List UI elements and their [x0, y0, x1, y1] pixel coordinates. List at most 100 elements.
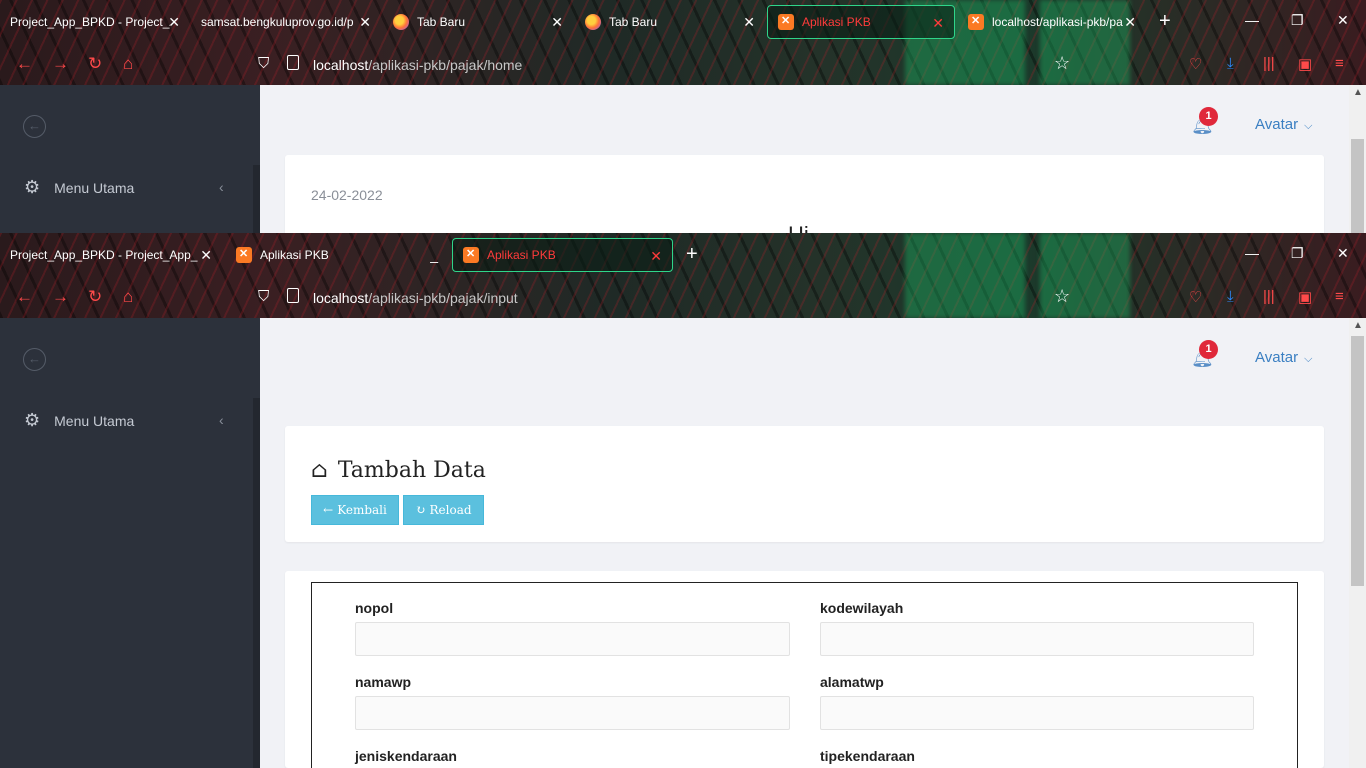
close-tab-icon[interactable]: ✕ — [650, 248, 662, 265]
url-host: localhost — [313, 57, 369, 73]
menu-icon[interactable]: ≡ — [1335, 288, 1344, 305]
namawp-input[interactable] — [355, 696, 790, 730]
pocket-icon[interactable]: ♡ — [1189, 288, 1202, 306]
page-info-icon[interactable] — [287, 288, 299, 303]
close-tab-icon[interactable]: ✕ — [359, 14, 371, 31]
avatar-menu[interactable]: Avatar ⌵ — [1255, 349, 1312, 366]
tab[interactable]: Tab Baru ✕ — [575, 5, 765, 39]
browser-window-input: Project_App_BPKD - Project_App_BP ✕ Apli… — [0, 233, 1366, 768]
tracking-shield-icon[interactable]: ⛉ — [258, 288, 269, 305]
minimize-icon[interactable]: — — [1245, 245, 1259, 261]
tab-title: Aplikasi PKB — [802, 15, 871, 29]
page-info-icon[interactable] — [287, 55, 299, 70]
xampp-icon — [463, 247, 479, 263]
navigation-toolbar: ← → ↻ ⌂ ⛉ localhost/aplikasi-pkb/pajak/i… — [0, 277, 1366, 318]
tab-active[interactable]: Aplikasi PKB ✕ — [767, 5, 955, 39]
tab-bar: Project_App_BPKD - Project_App_BP ✕ Apli… — [0, 233, 1366, 277]
chevron-left-icon[interactable]: ‹ — [219, 179, 224, 195]
new-tab-icon[interactable]: + — [686, 243, 698, 266]
close-tab-icon[interactable]: ✕ — [932, 15, 944, 32]
tab[interactable]: samsat.bengkuluprov.go.id/p ✕ — [191, 5, 381, 39]
downloads-icon[interactable]: ⤓ — [1227, 55, 1234, 72]
chevron-down-icon: ⌵ — [1304, 120, 1313, 132]
restore-icon[interactable]: ❐ — [1291, 12, 1304, 29]
tab-title: Aplikasi PKB — [260, 248, 329, 262]
firefox-icon — [585, 14, 601, 30]
page-scrollbar[interactable]: ▲ — [1349, 85, 1366, 233]
sidebar-collapse-icon[interactable]: ← — [23, 348, 46, 371]
sidebar-item-label: Menu Utama — [54, 412, 135, 429]
new-tab-icon[interactable]: + — [1159, 10, 1171, 33]
tracking-shield-icon[interactable]: ⛉ — [258, 55, 269, 72]
downloads-icon[interactable]: ⤓ — [1227, 288, 1234, 305]
reader-view-icon[interactable]: ▣ — [1298, 288, 1312, 306]
scrollbar-thumb[interactable] — [1351, 139, 1364, 233]
minimize-icon[interactable]: — — [1245, 12, 1259, 28]
back-icon[interactable]: ← — [16, 287, 33, 307]
field-label-tipekendaraan: tipekendaraan — [820, 748, 915, 764]
page-scrollbar[interactable]: ▲ — [1349, 318, 1366, 768]
page-title: ⌂ Tambah Data — [311, 458, 486, 483]
close-tab-icon[interactable]: ✕ — [168, 14, 180, 31]
scroll-up-icon[interactable]: ▲ — [1353, 87, 1363, 98]
greeting-heading: Hi — [788, 222, 809, 233]
close-tab-icon[interactable]: ✕ — [551, 14, 563, 31]
scroll-up-icon[interactable]: ▲ — [1353, 320, 1363, 331]
sidebar-scrollbar[interactable] — [253, 165, 260, 233]
page-title-text: Tambah Data — [337, 458, 486, 483]
alamatwp-input[interactable] — [820, 696, 1254, 730]
tab-title: Tab Baru — [417, 15, 466, 29]
forward-icon[interactable]: → — [52, 287, 69, 307]
reload-icon[interactable]: ↻ — [88, 54, 102, 74]
close-window-icon[interactable]: ✕ — [1337, 12, 1349, 29]
tab[interactable]: Tab Baru ✕ — [383, 5, 573, 39]
sidebar-scrollbar[interactable] — [253, 398, 260, 768]
tab-title: Tab Baru — [609, 15, 658, 29]
tab[interactable]: Project_App_BPKD - Project_App_BP ✕ — [0, 238, 222, 272]
sidebar-item-label: Menu Utama — [54, 179, 135, 196]
scrollbar-thumb[interactable] — [1351, 336, 1364, 586]
tab[interactable]: Project_App_BPKD - Project_A ✕ — [0, 5, 190, 39]
tab-active[interactable]: Aplikasi PKB ✕ — [452, 238, 673, 272]
arrow-left-icon: ← — [323, 503, 334, 517]
tab[interactable]: localhost/aplikasi-pkb/pa ✕ — [958, 5, 1146, 39]
chevron-left-icon[interactable]: ‹ — [219, 412, 224, 428]
dashboard-card: 24-02-2022 Hi — [285, 155, 1324, 233]
avatar-label: Avatar — [1255, 349, 1299, 366]
tab[interactable]: Aplikasi PKB _ — [226, 238, 448, 272]
close-tab-icon[interactable]: _ — [430, 247, 438, 263]
close-tab-icon[interactable]: ✕ — [1124, 14, 1136, 31]
sidebar-item-menu-utama[interactable]: ⚙ Menu Utama — [24, 410, 134, 431]
restore-icon[interactable]: ❐ — [1291, 245, 1304, 262]
tab-title: Aplikasi PKB — [487, 248, 556, 262]
menu-icon[interactable]: ≡ — [1335, 55, 1344, 72]
close-tab-icon[interactable]: ✕ — [200, 247, 212, 264]
close-tab-icon[interactable]: ✕ — [743, 14, 755, 31]
browser-chrome: Project_App_BPKD - Project_App_BP ✕ Apli… — [0, 233, 1366, 318]
home-icon[interactable]: ⌂ — [123, 287, 133, 307]
refresh-icon: ↻ — [415, 503, 426, 517]
reader-view-icon[interactable]: ▣ — [1298, 55, 1312, 73]
sidebar-item-menu-utama[interactable]: ⚙ Menu Utama — [24, 177, 134, 198]
close-window-icon[interactable]: ✕ — [1337, 245, 1349, 262]
url-bar[interactable]: localhost/aplikasi-pkb/pajak/home — [313, 57, 522, 73]
bookmark-star-icon[interactable]: ☆ — [1054, 53, 1070, 74]
url-path: /aplikasi-pkb/pajak/input — [368, 290, 518, 306]
bookmark-star-icon[interactable]: ☆ — [1054, 286, 1070, 307]
field-label-jeniskendaraan: jeniskendaraan — [355, 748, 457, 764]
back-button[interactable]: ← Kembali — [311, 495, 399, 525]
kodewilayah-input[interactable] — [820, 622, 1254, 656]
reload-icon[interactable]: ↻ — [88, 287, 102, 307]
forward-icon[interactable]: → — [52, 54, 69, 74]
avatar-menu[interactable]: Avatar ⌵ — [1255, 116, 1312, 133]
sidebar-collapse-icon[interactable]: ← — [23, 115, 46, 138]
reload-button[interactable]: ↻ Reload — [403, 495, 484, 525]
url-bar[interactable]: localhost/aplikasi-pkb/pajak/input — [313, 290, 518, 306]
xampp-icon — [778, 14, 794, 30]
library-icon[interactable]: ||| — [1263, 55, 1275, 72]
pocket-icon[interactable]: ♡ — [1189, 55, 1202, 73]
library-icon[interactable]: ||| — [1263, 288, 1275, 305]
back-icon[interactable]: ← — [16, 54, 33, 74]
home-icon[interactable]: ⌂ — [123, 54, 133, 74]
nopol-input[interactable] — [355, 622, 790, 656]
